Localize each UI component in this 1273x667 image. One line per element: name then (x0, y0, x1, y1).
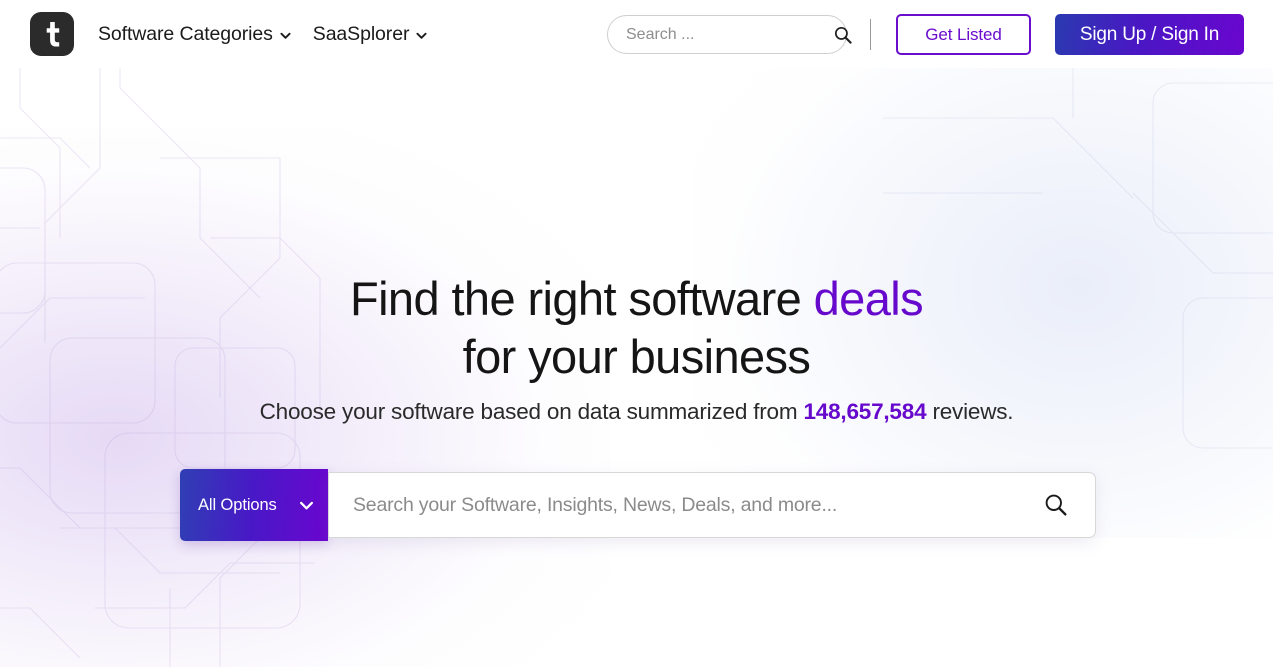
nav-item-software-categories[interactable]: Software Categories (98, 23, 291, 46)
chevron-down-icon (299, 498, 314, 513)
header-search-input[interactable] (626, 25, 833, 44)
letter-t-logo-icon (41, 21, 63, 47)
nav-item-label: SaaSplorer (312, 22, 410, 45)
nav-item-saasplorer[interactable]: SaaSplorer (313, 23, 428, 46)
background-glow-left (0, 128, 610, 667)
all-options-dropdown[interactable]: All Options (180, 469, 328, 541)
all-options-label: All Options (198, 495, 277, 514)
site-header: Software Categories SaaSplorer Get Liste… (0, 0, 1273, 68)
header-search-box[interactable] (607, 15, 852, 54)
review-count: 148,657,584 (803, 399, 927, 424)
headline-text-plain: Find the right software (349, 272, 814, 325)
chevron-down-icon (416, 30, 427, 41)
headline-accent-word: deals (813, 272, 924, 325)
hero-search-field[interactable] (328, 472, 1096, 538)
nav-item-label: Software Categories (98, 22, 273, 45)
headline-line-2: for your business (462, 330, 811, 383)
search-icon[interactable] (833, 25, 853, 45)
primary-nav: Software Categories SaaSplorer (98, 0, 427, 68)
get-listed-button[interactable]: Get Listed (896, 14, 1031, 55)
subtitle-text-before: Choose your software based on data summa… (259, 399, 804, 424)
brand-logo[interactable] (30, 12, 74, 56)
chevron-down-icon (280, 30, 291, 41)
hero-search-input[interactable] (353, 493, 1043, 517)
sign-up-sign-in-button[interactable]: Sign Up / Sign In (1055, 14, 1244, 55)
hero-section: Find the right software deals for your b… (0, 68, 1273, 667)
headline-line-1: Find the right software deals (349, 272, 924, 325)
hero-search-bar: All Options (180, 469, 1096, 541)
page-title: Find the right software deals for your b… (0, 270, 1273, 386)
subtitle-text-after: reviews. (926, 399, 1014, 424)
search-icon[interactable] (1043, 492, 1069, 518)
hero-subtitle: Choose your software based on data summa… (0, 399, 1273, 425)
header-divider (870, 19, 871, 50)
